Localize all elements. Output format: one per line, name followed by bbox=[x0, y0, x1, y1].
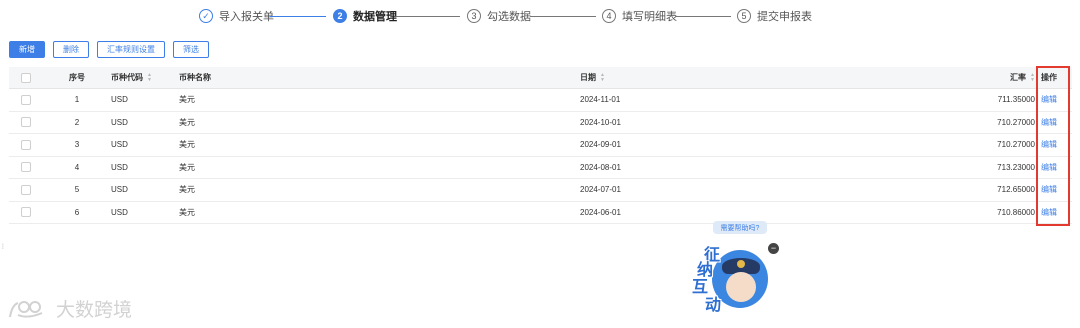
cell-name: 美元 bbox=[179, 117, 195, 127]
help-bubble[interactable]: 需要帮助吗? bbox=[713, 221, 767, 234]
header-seq: 序号 bbox=[69, 73, 85, 82]
cell-name: 美元 bbox=[179, 95, 195, 105]
header-rate: 汇率 bbox=[1010, 73, 1027, 82]
step-connector bbox=[396, 16, 460, 17]
row-checkbox-cell bbox=[21, 89, 35, 111]
cell-date: 2024-06-01 bbox=[580, 207, 621, 217]
step-label: 导入报关单 bbox=[219, 11, 274, 23]
cell-rate: 710.27000 bbox=[997, 140, 1035, 150]
row-checkbox-cell bbox=[21, 134, 35, 156]
rate-rule-settings-button[interactable]: 汇率规则设置 bbox=[97, 41, 165, 58]
sort-icon[interactable]: ▲ ▼ bbox=[147, 72, 152, 83]
cell-name: 美元 bbox=[179, 207, 195, 217]
sidebar-collapse-handle[interactable]: ⋮ bbox=[0, 243, 6, 273]
row-checkbox[interactable] bbox=[21, 117, 31, 128]
cell-code: USD bbox=[111, 185, 128, 195]
cell-name: 美元 bbox=[179, 140, 195, 150]
header-rate-cell[interactable]: 汇率 ▲ ▼ bbox=[839, 67, 1035, 88]
cell-rate: 710.86000 bbox=[997, 207, 1035, 217]
step-label: 勾选数据 bbox=[487, 11, 531, 23]
step-number-icon: 3 bbox=[467, 9, 481, 23]
exchange-rate-table: 序号 币种代码 ▲ ▼ 币种名称 日期 ▲ ▼ 汇率 ▲ ▼ 操作 1 USD 美元 … bbox=[9, 67, 1072, 224]
cell-date: 2024-09-01 bbox=[580, 140, 621, 150]
step-connector bbox=[675, 16, 731, 17]
row-checkbox[interactable] bbox=[21, 94, 31, 105]
cell-code: USD bbox=[111, 140, 128, 150]
watermark-text: 大数跨境 bbox=[56, 300, 133, 321]
cell-seq: 2 bbox=[74, 117, 80, 127]
cell-seq: 5 bbox=[74, 185, 80, 195]
table-row: 2 USD 美元 2024-10-01 710.27000 编辑 bbox=[9, 112, 1072, 134]
table-header: 序号 币种代码 ▲ ▼ 币种名称 日期 ▲ ▼ 汇率 ▲ ▼ 操作 bbox=[9, 67, 1072, 89]
cell-code: USD bbox=[111, 207, 128, 217]
minimize-icon[interactable]: − bbox=[768, 243, 779, 254]
operation-column-highlight bbox=[1036, 66, 1070, 226]
cell-seq: 4 bbox=[74, 162, 80, 172]
cell-date: 2024-08-01 bbox=[580, 162, 621, 172]
cell-seq: 6 bbox=[74, 207, 80, 217]
row-checkbox[interactable] bbox=[21, 207, 31, 218]
row-checkbox-cell bbox=[21, 112, 35, 134]
step-label: 填写明细表 bbox=[622, 11, 677, 23]
select-all-checkbox[interactable] bbox=[21, 72, 31, 83]
step-progress: ✓ 导入报关单 2 数据管理 3 勾选数据 4 填写明细表 5 提交申报表 bbox=[0, 6, 1080, 28]
select-all-cell bbox=[21, 67, 35, 88]
badge-icon bbox=[737, 260, 745, 268]
header-code: 币种代码 bbox=[111, 73, 143, 82]
cell-date: 2024-07-01 bbox=[580, 185, 621, 195]
cell-rate: 711.35000 bbox=[997, 95, 1035, 105]
cell-rate: 713.23000 bbox=[997, 162, 1035, 172]
sort-icon[interactable]: ▲ ▼ bbox=[600, 72, 605, 83]
step-submit[interactable]: 5 提交申报表 bbox=[737, 6, 812, 26]
cell-date: 2024-11-01 bbox=[580, 95, 621, 105]
row-checkbox[interactable] bbox=[21, 184, 31, 195]
table-row: 3 USD 美元 2024-09-01 710.27000 编辑 bbox=[9, 134, 1072, 157]
table-row: 4 USD 美元 2024-08-01 713.23000 编辑 bbox=[9, 157, 1072, 179]
cell-date: 2024-10-01 bbox=[580, 117, 621, 127]
header-code-cell[interactable]: 币种代码 ▲ ▼ bbox=[111, 67, 175, 88]
step-number-icon: 5 bbox=[737, 9, 751, 23]
row-checkbox-cell bbox=[21, 157, 35, 179]
table-row: 6 USD 美元 2024-06-01 710.86000 编辑 bbox=[9, 202, 1072, 224]
step-fill-detail[interactable]: 4 填写明细表 bbox=[602, 6, 677, 26]
step-import[interactable]: ✓ 导入报关单 bbox=[199, 6, 274, 26]
step-data-manage[interactable]: 2 数据管理 bbox=[333, 6, 397, 26]
header-name: 币种名称 bbox=[179, 73, 211, 82]
check-circle-icon: ✓ bbox=[199, 9, 213, 23]
step-number-icon: 2 bbox=[333, 9, 347, 23]
toolbar: 新增 删除 汇率规则设置 筛选 bbox=[9, 41, 209, 59]
cell-name: 美元 bbox=[179, 162, 195, 172]
cell-code: USD bbox=[111, 95, 128, 105]
delete-button[interactable]: 删除 bbox=[53, 41, 89, 58]
row-checkbox-cell bbox=[21, 179, 35, 201]
assistant-char: 动 bbox=[705, 295, 722, 314]
row-checkbox-cell bbox=[21, 202, 35, 224]
row-checkbox[interactable] bbox=[21, 162, 31, 173]
table-row: 1 USD 美元 2024-11-01 711.35000 编辑 bbox=[9, 89, 1072, 112]
watermark-logo-icon bbox=[9, 300, 43, 318]
step-number-icon: 4 bbox=[602, 9, 616, 23]
add-button[interactable]: 新增 bbox=[9, 41, 45, 58]
step-connector bbox=[530, 16, 596, 17]
table-row: 5 USD 美元 2024-07-01 712.65000 编辑 bbox=[9, 179, 1072, 202]
cell-rate: 712.65000 bbox=[997, 185, 1035, 195]
step-select-data[interactable]: 3 勾选数据 bbox=[467, 6, 531, 26]
mascot-face bbox=[726, 272, 756, 302]
header-date: 日期 bbox=[580, 73, 596, 82]
cell-seq: 1 bbox=[74, 95, 80, 105]
header-date-cell[interactable]: 日期 ▲ ▼ bbox=[580, 67, 780, 88]
watermark: 大数跨境 bbox=[8, 295, 132, 322]
step-connector bbox=[270, 16, 326, 17]
cell-seq: 3 bbox=[74, 140, 80, 150]
filter-button[interactable]: 筛选 bbox=[173, 41, 209, 58]
cell-name: 美元 bbox=[179, 185, 195, 195]
cell-code: USD bbox=[111, 117, 128, 127]
cell-rate: 710.27000 bbox=[997, 117, 1035, 127]
sort-icon[interactable]: ▲ ▼ bbox=[1030, 72, 1035, 83]
row-checkbox[interactable] bbox=[21, 139, 31, 150]
cell-code: USD bbox=[111, 162, 128, 172]
step-label: 提交申报表 bbox=[757, 11, 812, 23]
step-label: 数据管理 bbox=[353, 11, 397, 23]
